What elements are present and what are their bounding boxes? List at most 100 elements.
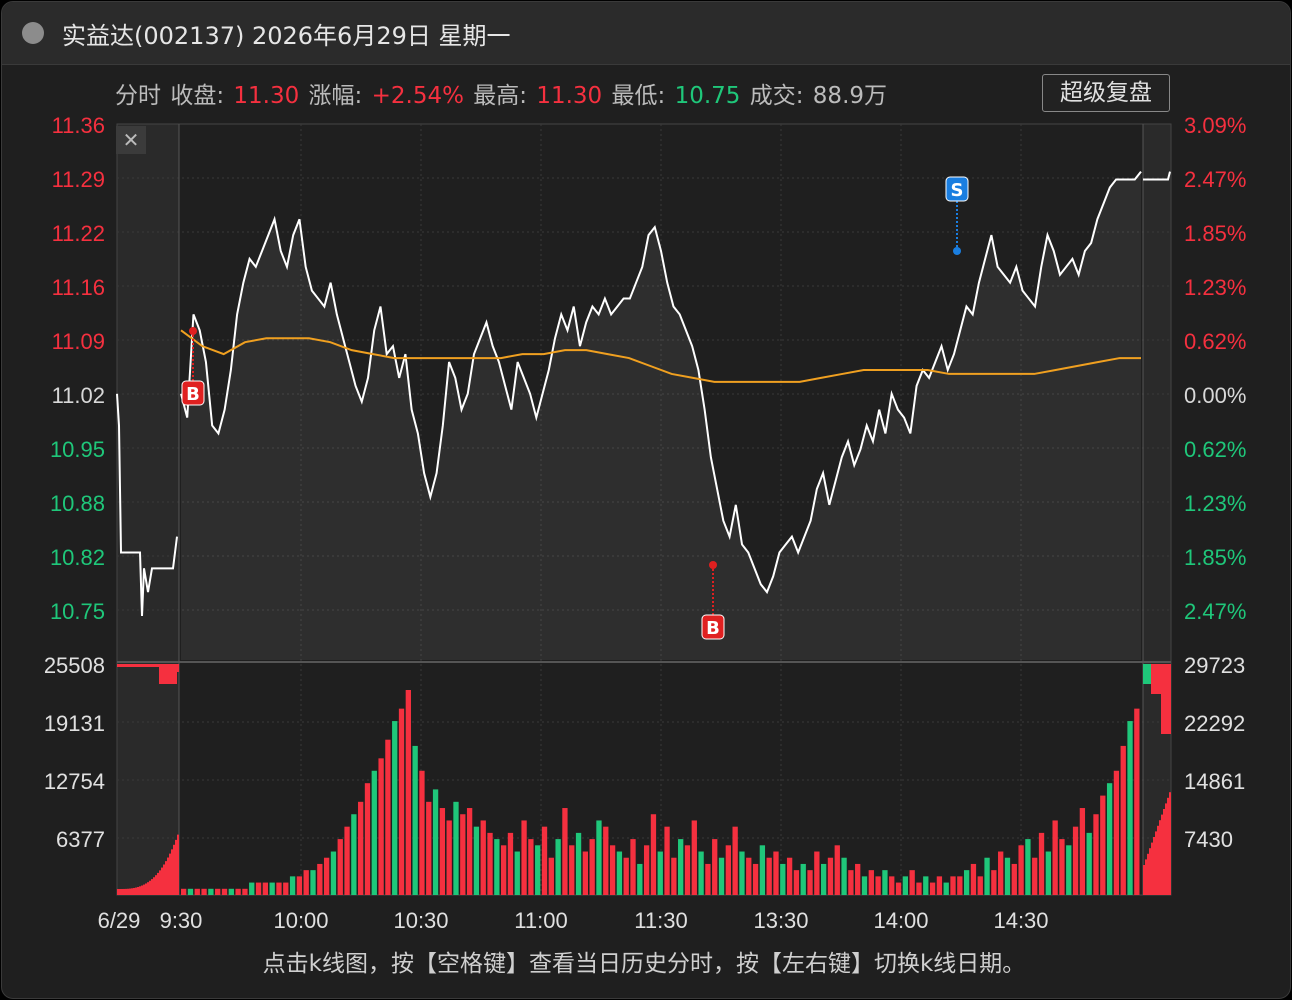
post-market-area: [1143, 124, 1171, 895]
volume-bar: [1059, 839, 1065, 895]
pct-axis-label-right: 0.62%: [1184, 329, 1246, 354]
pre-volume-bar: [121, 888, 123, 895]
volume-bar: [650, 814, 657, 895]
pre-volume-bar: [123, 888, 125, 895]
volume-axis-label-left: 12754: [44, 769, 105, 794]
volume-bar: [289, 876, 296, 895]
time-axis-label: 14:30: [993, 908, 1048, 933]
post-volume-bar: [1169, 792, 1171, 895]
time-axis-label: 11:30: [634, 908, 687, 933]
pre-volume-top-bar: [127, 664, 129, 667]
close-overlay-icon[interactable]: ✕: [116, 126, 146, 154]
volume-bar: [718, 857, 725, 895]
pre-volume-bar: [117, 889, 119, 895]
post-volume-bar: [1153, 837, 1155, 895]
post-volume-top-bar: [1143, 664, 1145, 684]
volume-bar: [841, 857, 847, 895]
volume-bar: [739, 851, 745, 895]
volume-bar: [929, 882, 936, 895]
volume-bar: [589, 839, 595, 895]
post-volume-bar: [1151, 842, 1153, 895]
pre-volume-bar: [153, 877, 155, 895]
volume-bar: [991, 870, 997, 895]
time-axis-label: 10:00: [273, 908, 328, 933]
volume-bar: [1079, 808, 1086, 895]
volume-bar: [868, 870, 874, 895]
volume-bar: [725, 845, 731, 895]
volume-bar: [249, 882, 255, 895]
pre-volume-top-bar: [177, 664, 179, 672]
volume-bar: [283, 882, 289, 895]
volume-bar: [998, 851, 1004, 895]
volume-axis-label-right: 29723: [1184, 653, 1245, 678]
volume-bar: [514, 851, 520, 895]
intraday-chart[interactable]: 11.36 3.09% 11.29 2.47% 11.22 1.85% 11.16 1.23%…: [0, 0, 1292, 1000]
time-axis-label: 6/29: [98, 908, 141, 933]
volume-bar: [317, 863, 323, 895]
pre-volume-bar: [129, 888, 131, 895]
volume-bar: [657, 851, 663, 895]
volume-bar: [426, 801, 432, 895]
post-volume-top-bar: [1153, 664, 1155, 694]
volume-bar: [875, 876, 881, 895]
volume-bar: [473, 826, 480, 895]
post-volume-bar: [1167, 797, 1169, 895]
volume-axis-label-left: 25508: [44, 653, 105, 678]
volume-bar: [848, 870, 854, 895]
volume-bar: [1045, 851, 1051, 895]
volume-bar: [269, 882, 275, 895]
post-volume-bar: [1155, 831, 1157, 895]
pre-volume-top-bar: [131, 664, 133, 667]
time-axis-label: 9:30: [160, 908, 203, 933]
volume-bar: [276, 882, 282, 895]
volume-bar: [181, 888, 187, 895]
post-volume-top-bar: [1159, 664, 1161, 694]
volume-bar: [262, 882, 269, 895]
buy-marker-2-dot: [709, 561, 717, 569]
price-axis-label-left: 11.09: [52, 329, 105, 354]
pre-volume-bar: [163, 864, 165, 895]
volume-bar: [507, 832, 514, 895]
volume-bar: [1011, 863, 1017, 895]
volume-bar: [228, 888, 234, 895]
volume-bar: [752, 863, 759, 895]
volume-bar: [310, 870, 316, 895]
volume-bar: [821, 863, 827, 895]
volume-axis-label-right: 14861: [1184, 769, 1245, 794]
volume-bar: [1093, 814, 1099, 895]
volume-bar: [678, 839, 684, 895]
volume-axis-label-left: 6377: [56, 827, 105, 852]
pre-volume-top-bar: [153, 664, 155, 667]
pre-volume-top-bar: [173, 664, 175, 684]
volume-bar: [555, 839, 561, 895]
volume-bar: [780, 863, 786, 895]
volume-bar: [494, 839, 500, 895]
volume-bar: [664, 826, 670, 895]
volume-bar: [466, 808, 473, 895]
volume-bar: [501, 845, 507, 895]
time-axis-label: 14:00: [873, 908, 928, 933]
volume-bar: [487, 832, 493, 895]
pre-volume-top-bar: [119, 664, 121, 667]
volume-bar: [684, 845, 691, 895]
pre-volume-top-bar: [143, 664, 145, 667]
pre-volume-bar: [147, 882, 149, 895]
pct-axis-label-right: 0.62%: [1184, 437, 1246, 462]
volume-bar: [1004, 857, 1011, 895]
volume-bar: [364, 783, 371, 895]
volume-bar: [984, 857, 990, 895]
volume-bar: [1025, 839, 1031, 895]
pct-axis-label-right: 1.23%: [1184, 275, 1246, 300]
volume-bar: [535, 845, 541, 895]
price-axis-label-left: 11.02: [52, 383, 105, 408]
price-axis-label-left: 11.22: [52, 221, 105, 246]
volume-bar: [412, 745, 418, 895]
price-axis-label-left: 10.95: [50, 437, 105, 462]
pre-volume-top-bar: [165, 664, 167, 684]
volume-bar: [330, 851, 337, 895]
pre-volume-top-bar: [147, 664, 149, 667]
post-volume-bar: [1147, 853, 1149, 895]
volume-bar: [385, 739, 391, 895]
volume-bar: [609, 845, 616, 895]
pre-volume-bar: [177, 834, 179, 895]
